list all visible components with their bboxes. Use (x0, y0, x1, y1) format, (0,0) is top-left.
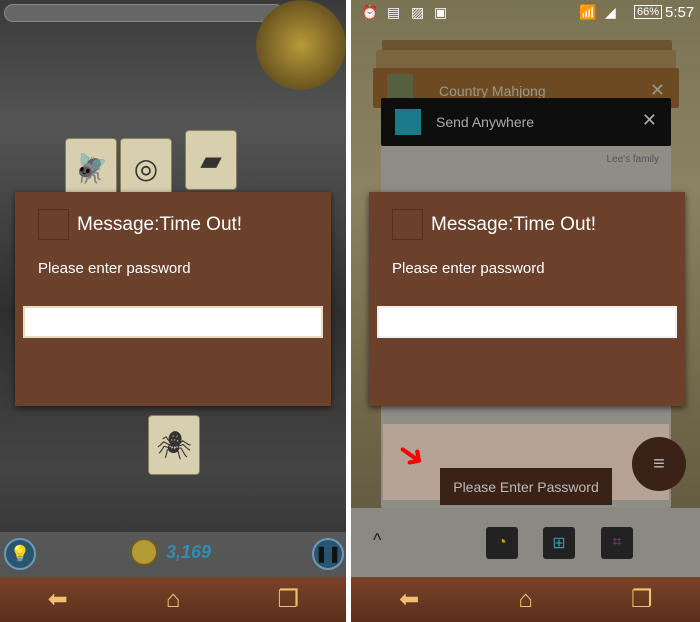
recents-icon[interactable]: ❐ (268, 585, 308, 614)
timeout-dialog: Message:Time Out! Please enter password (15, 192, 331, 406)
crop-icon[interactable]: ⌗ (601, 527, 633, 559)
wifi-label: Lee's family (606, 154, 660, 165)
app-icon (387, 74, 413, 100)
left-screen-game: 🪰 ◎ ▰ 🕷 💡 3,169 ❚❚ ⬅ ⌂ ❐ Message:Time Ou… (0, 0, 346, 622)
dialog-message: Please enter password (392, 260, 545, 277)
score: 3,169 (166, 542, 212, 562)
recent-card-send-anywhere[interactable]: Send Anywhere ✕ (381, 98, 671, 146)
mahjong-tile[interactable]: 🪰 (65, 138, 117, 198)
mahjong-tile[interactable]: ▰ (185, 130, 237, 190)
password-input[interactable] (377, 306, 677, 338)
dock: ^ (351, 508, 700, 577)
close-icon[interactable]: ✕ (642, 110, 657, 131)
toast: Please Enter Password (440, 468, 612, 505)
app-title: Country Mahjong (439, 83, 546, 99)
clock: 5:57 (665, 4, 695, 21)
calculator-icon[interactable]: ⊞ (543, 527, 575, 559)
home-icon[interactable]: ⌂ (505, 586, 545, 614)
dialog-icon (392, 209, 423, 240)
chevron-up-icon[interactable]: ^ (373, 530, 381, 551)
back-icon[interactable]: ⬅ (389, 585, 429, 614)
recents-icon[interactable]: ❐ (622, 585, 662, 614)
home-icon[interactable]: ⌂ (153, 586, 193, 614)
menu-fab[interactable]: ≡ (632, 437, 686, 491)
coin-tree-decoration (256, 0, 346, 90)
status-bar: ⏰ ▤ ▨ ▣ 📶 ◢ 66% 5:57 (351, 0, 700, 26)
storage-icon: ▤ (387, 4, 401, 20)
password-input[interactable] (23, 306, 323, 338)
wifi-icon: 📶 (579, 4, 597, 20)
coin-icon (130, 538, 158, 566)
cloud-icon (395, 109, 421, 135)
progress-bar (4, 4, 284, 22)
image-icon: ▨ (411, 4, 425, 20)
speedometer-icon[interactable]: ◔ (486, 527, 518, 559)
mahjong-tile[interactable]: ◎ (120, 138, 172, 198)
lightbulb-icon[interactable]: 💡 (4, 538, 36, 570)
signal-icon: ◢ (605, 4, 616, 20)
alarm-icon: ⏰ (361, 4, 379, 20)
pause-icon[interactable]: ❚❚ (312, 538, 344, 570)
right-screen-recents: ⏰ ▤ ▨ ▣ 📶 ◢ 66% 5:57 Country Mahjong ✕ S… (351, 0, 700, 622)
mahjong-tile[interactable]: 🕷 (148, 415, 200, 475)
back-icon[interactable]: ⬅ (38, 585, 78, 614)
app-title: Send Anywhere (436, 114, 535, 130)
notification-icon: ▣ (434, 4, 448, 20)
dialog-title: Message:Time Out! (77, 214, 243, 235)
timeout-dialog: Message:Time Out! Please enter password (369, 192, 685, 406)
battery: 66% (634, 5, 663, 19)
nav-bar: ⬅ ⌂ ❐ (0, 577, 346, 622)
dialog-icon (38, 209, 69, 240)
nav-bar: ⬅ ⌂ ❐ (351, 577, 700, 622)
dialog-title: Message:Time Out! (431, 214, 597, 235)
dialog-message: Please enter password (38, 260, 191, 277)
